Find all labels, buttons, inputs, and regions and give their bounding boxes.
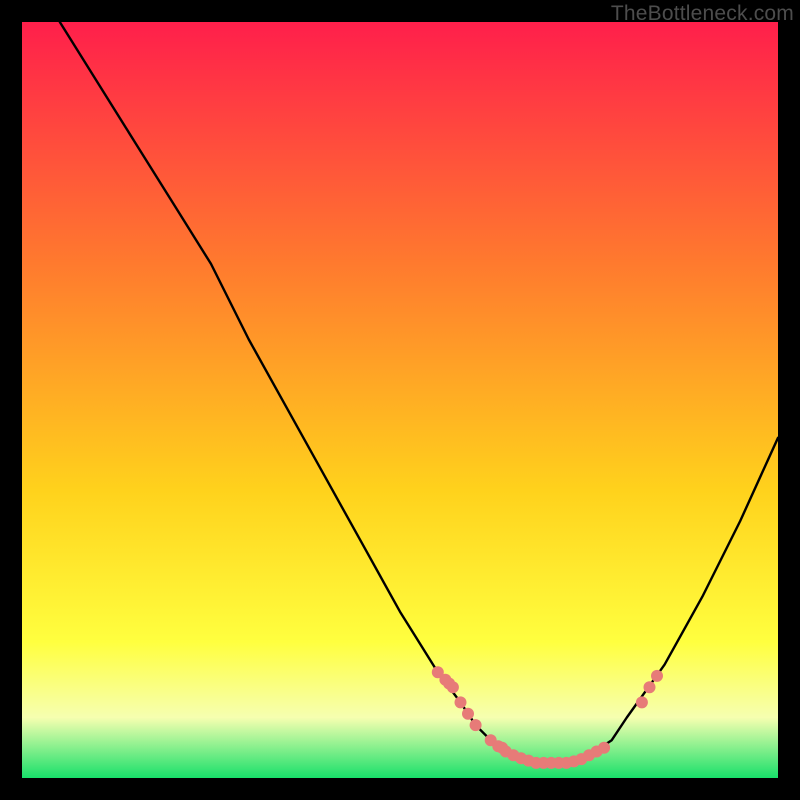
data-point [651,670,663,682]
data-point [470,719,482,731]
bottleneck-chart [22,22,778,778]
data-point [455,696,467,708]
chart-frame [22,22,778,778]
data-point [636,696,648,708]
data-point [644,681,656,693]
data-point [462,708,474,720]
data-point [447,681,459,693]
data-point [598,742,610,754]
watermark-text: TheBottleneck.com [611,2,794,26]
